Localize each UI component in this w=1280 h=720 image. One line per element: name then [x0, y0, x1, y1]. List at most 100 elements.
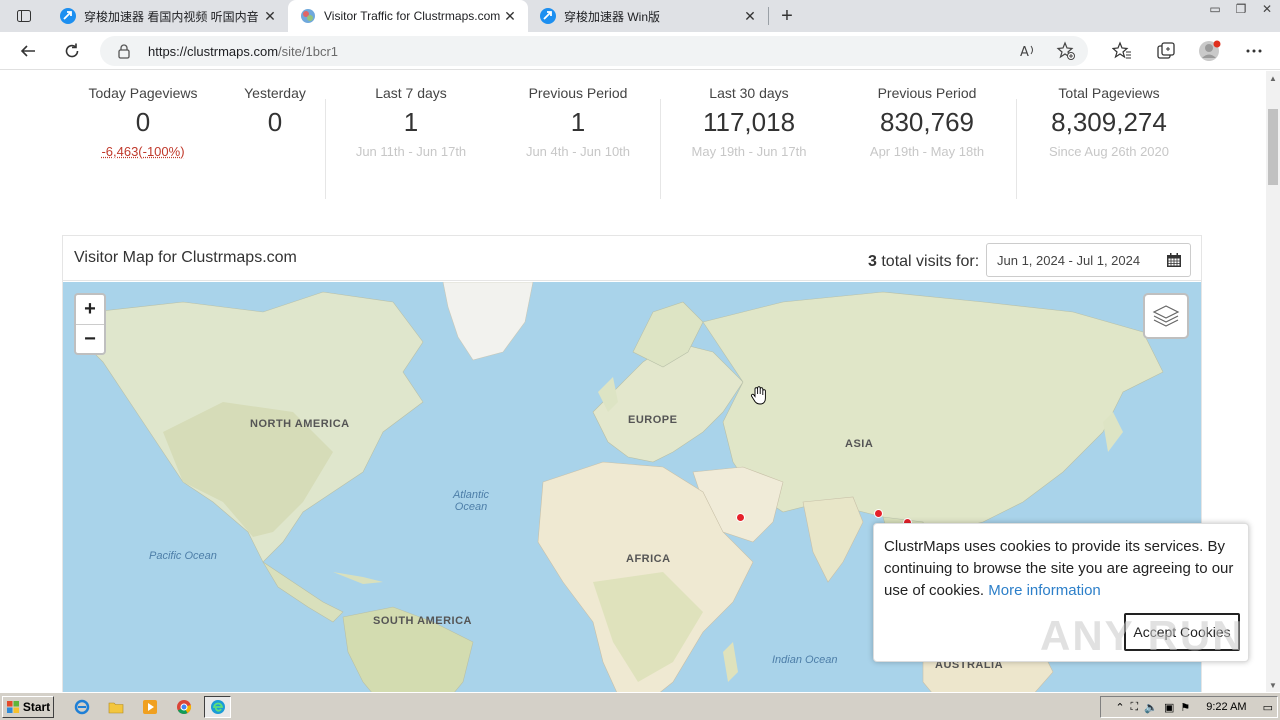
tab-chuansuo-1[interactable]: 穿梭加速器 看国内视频 听国内音 ✕: [48, 0, 288, 32]
url-field[interactable]: https://clustrmaps.com/site/1bcr1 A: [100, 36, 1088, 66]
hand-cursor-icon: [751, 386, 766, 405]
tab-actions-button[interactable]: [0, 0, 48, 32]
svg-text:A: A: [1020, 45, 1029, 60]
media-player-icon: [142, 700, 157, 714]
minimize-icon[interactable]: ▭: [1202, 0, 1228, 18]
restore-icon[interactable]: ❐: [1228, 0, 1254, 18]
edge-button[interactable]: [204, 696, 231, 718]
arrow-blue-icon: [540, 8, 556, 24]
close-window-icon[interactable]: ✕: [1254, 0, 1280, 18]
start-button[interactable]: Start: [2, 696, 54, 718]
network-icon[interactable]: ⛶: [1131, 701, 1139, 714]
close-icon[interactable]: ✕: [262, 8, 278, 24]
stat-yesterday: Yesterday 0: [230, 85, 320, 138]
stat-value: 0: [267, 107, 283, 137]
label-indian-ocean: Indian Ocean: [772, 654, 838, 666]
quick-launch: [68, 696, 231, 718]
zoom-in-button[interactable]: +: [76, 295, 104, 324]
visitor-dot[interactable]: [736, 513, 745, 522]
stats-row: Today Pageviews 0 -6,463(-100%) Yesterda…: [0, 85, 1266, 199]
taskbar: Start ⌃ ⛶ 🔈 ▣ ⚑ 9:22 AM ▭: [0, 692, 1280, 720]
add-favorite-icon[interactable]: [1056, 41, 1076, 61]
label-north-america: NORTH AMERICA: [250, 418, 350, 430]
date-range-input[interactable]: Jun 1, 2024 - Jul 1, 2024: [986, 243, 1191, 277]
page-scrollbar[interactable]: ▲ ▼: [1266, 71, 1280, 692]
reload-button[interactable]: [50, 32, 94, 70]
chrome-icon: [176, 700, 191, 714]
stat-label: Last 30 days: [709, 85, 789, 101]
collections-button[interactable]: [1154, 39, 1178, 63]
visits-count: 3: [868, 253, 877, 270]
scroll-up-icon[interactable]: ▲: [1266, 71, 1280, 85]
arrow-blue-icon: [60, 8, 76, 24]
stat-range: Jun 11th - Jun 17th: [355, 144, 467, 159]
close-icon[interactable]: ✕: [742, 8, 758, 24]
stat-value: 830,769: [880, 107, 974, 137]
stat-total: Total Pageviews 8,309,274 Since Aug 26th…: [1030, 85, 1188, 159]
profile-button[interactable]: [1198, 39, 1222, 63]
system-tray: ⌃ ⛶ 🔈 ▣ ⚑ 9:22 AM ▭: [1100, 696, 1278, 718]
address-bar: https://clustrmaps.com/site/1bcr1 A: [0, 32, 1280, 70]
stat-today: Today Pageviews 0 -6,463(-100%): [78, 85, 208, 159]
tray-expand-icon[interactable]: ⌃: [1115, 701, 1124, 714]
stat-range: Since Aug 26th 2020: [1049, 144, 1169, 159]
scroll-thumb[interactable]: [1268, 109, 1278, 185]
divider: [1016, 99, 1017, 199]
stat-value: 0: [135, 107, 151, 137]
more-dots-icon: [1246, 49, 1262, 53]
close-icon[interactable]: ✕: [502, 8, 518, 24]
display-icon[interactable]: ▣: [1164, 701, 1174, 714]
map-title: Visitor Map for Clustrmaps.com: [74, 249, 297, 266]
read-aloud-icon[interactable]: A: [1018, 41, 1038, 61]
show-desktop-icon[interactable]: ▭: [1263, 701, 1273, 714]
favorites-button[interactable]: [1110, 39, 1134, 63]
reload-icon: [65, 43, 79, 57]
ie-button[interactable]: [68, 696, 95, 718]
zoom-out-button[interactable]: −: [76, 324, 104, 353]
date-range-value: Jun 1, 2024 - Jul 1, 2024: [997, 253, 1141, 268]
visits-text: total visits for:: [881, 253, 980, 270]
central-america-shape: [262, 561, 344, 623]
stat-label: Previous Period: [877, 85, 977, 101]
tab-title: 穿梭加速器 Win版: [564, 9, 661, 24]
map-header: Visitor Map for Clustrmaps.com 3 total v…: [63, 236, 1201, 281]
clock: 9:22 AM: [1206, 701, 1247, 713]
clustrmaps-icon: [301, 9, 315, 23]
calendar-icon[interactable]: [1166, 252, 1182, 268]
visits-summary: 3 total visits for:: [868, 253, 979, 271]
stat-last-7-days: Last 7 days 1 Jun 11th - Jun 17th: [336, 85, 486, 159]
caribbean-shape: [333, 572, 383, 584]
label-europe: EUROPE: [628, 414, 678, 426]
label-pacific-ocean: Pacific Ocean: [149, 550, 217, 562]
volume-icon[interactable]: 🔈: [1144, 701, 1158, 714]
more-menu-button[interactable]: [1242, 39, 1266, 63]
tab-actions-icon: [17, 10, 31, 22]
new-tab-button[interactable]: +: [769, 0, 805, 32]
stat-label: Yesterday: [244, 85, 306, 101]
stat-label: Last 7 days: [375, 85, 447, 101]
internet-explorer-icon: [74, 699, 89, 715]
tab-clustrmaps[interactable]: Visitor Traffic for Clustrmaps.com ✕: [288, 0, 528, 32]
stat-range: Apr 19th - May 18th: [869, 144, 985, 159]
label-atlantic-ocean: Atlantic Ocean: [452, 489, 490, 513]
more-information-link[interactable]: More information: [988, 582, 1101, 599]
flag-icon[interactable]: ⚑: [1180, 701, 1190, 714]
start-label: Start: [22, 700, 51, 714]
stat-label: Total Pageviews: [1058, 85, 1160, 101]
explorer-button[interactable]: [102, 696, 129, 718]
stat-value: 1: [403, 107, 419, 137]
back-button[interactable]: [6, 32, 50, 70]
edge-icon: [210, 700, 225, 714]
media-player-button[interactable]: [136, 696, 163, 718]
stat-previous-7: Previous Period 1 Jun 4th - Jun 10th: [503, 85, 653, 159]
divider: [325, 99, 326, 199]
stat-value: 8,309,274: [1051, 107, 1167, 137]
chrome-button[interactable]: [170, 696, 197, 718]
visitor-dot[interactable]: [874, 509, 883, 518]
url-host: https://clustrmaps.com: [148, 43, 279, 59]
layers-button[interactable]: [1143, 293, 1189, 339]
tab-title: Visitor Traffic for Clustrmaps.com: [324, 9, 501, 23]
tab-chuansuo-2[interactable]: 穿梭加速器 Win版 ✕: [528, 0, 768, 32]
stat-label: Today Pageviews: [88, 85, 198, 101]
scroll-down-icon[interactable]: ▼: [1266, 678, 1280, 692]
